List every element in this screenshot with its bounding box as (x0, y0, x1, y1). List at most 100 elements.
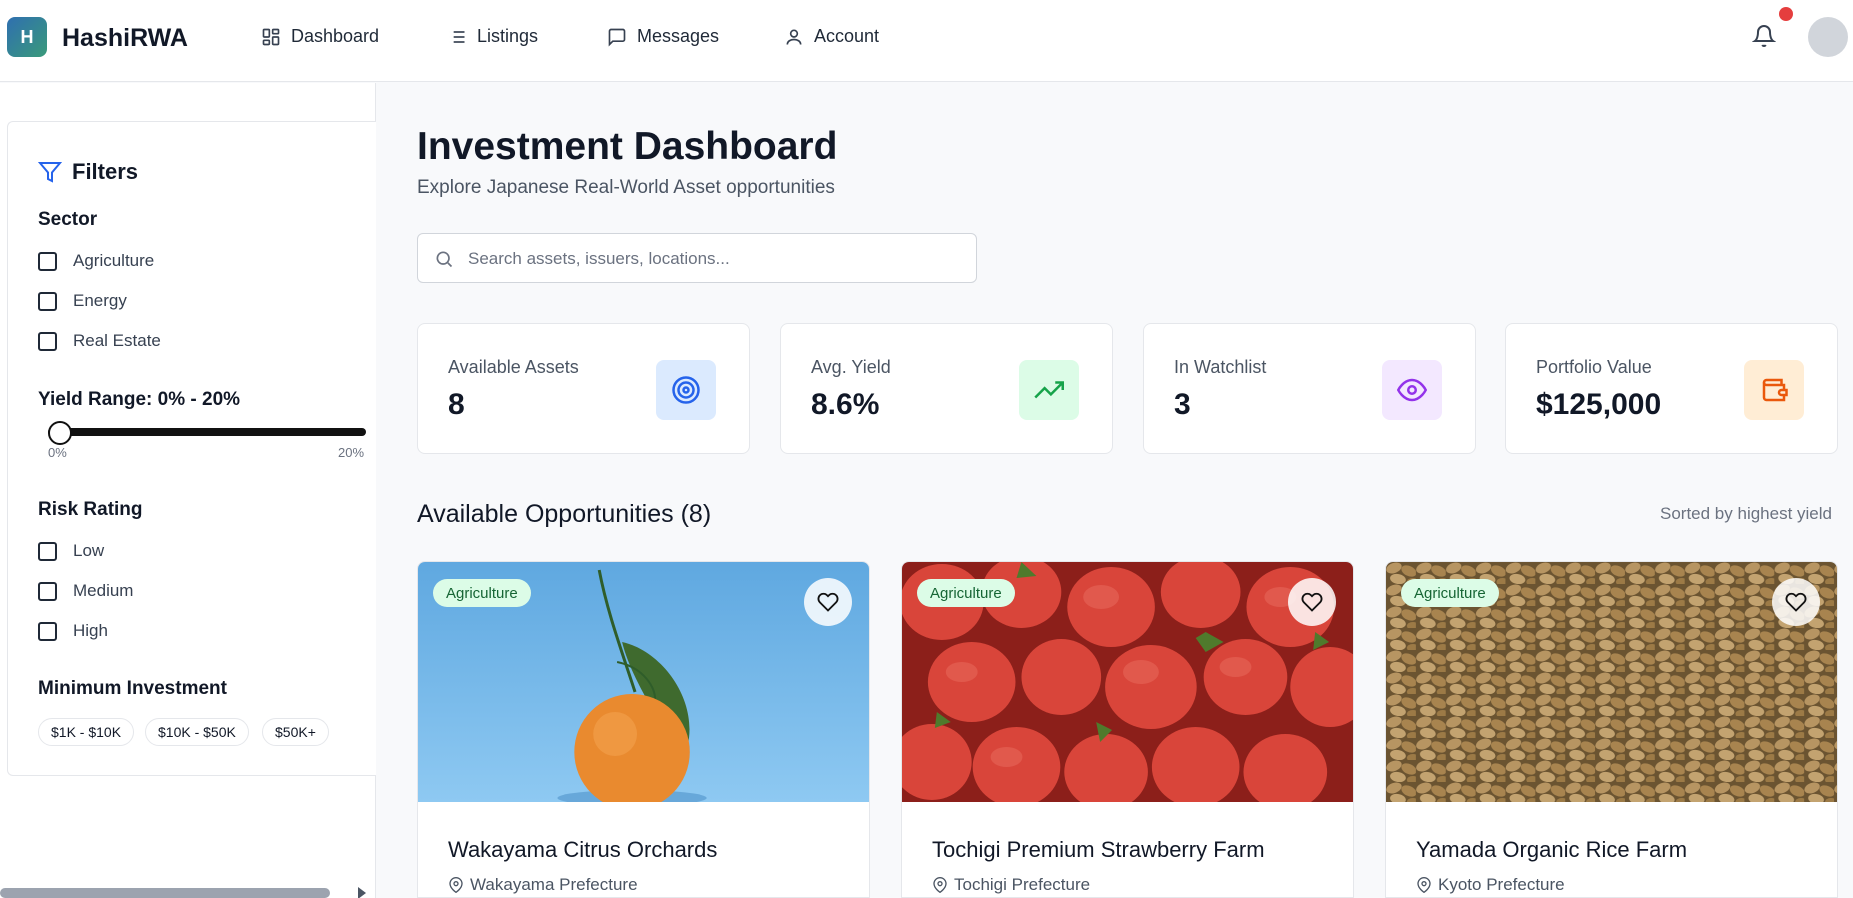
user-avatar[interactable] (1808, 17, 1848, 57)
message-square-icon (608, 28, 626, 47)
nav-listings[interactable]: Listings (447, 26, 538, 47)
filters-heading: Filters (38, 159, 138, 185)
risk-high-checkbox[interactable] (38, 621, 57, 641)
search-input[interactable] (468, 246, 958, 272)
listing-title[interactable]: Tochigi Premium Strawberry Farm (932, 837, 1265, 863)
sector-energy[interactable]: Energy (38, 291, 127, 311)
sector-real-estate-checkbox[interactable] (38, 331, 57, 351)
risk-medium[interactable]: Medium (38, 581, 133, 601)
nav-listings-label: Listings (477, 26, 539, 46)
search-icon (436, 251, 453, 268)
sector-option-label: Energy (73, 291, 127, 310)
sort-indicator: Sorted by highest yield (1660, 504, 1832, 523)
min-investment-chip-1k-10k[interactable]: $1K - $10K (38, 718, 135, 746)
nav-messages[interactable]: Messages (607, 26, 719, 47)
stat-card-avg-yield: Avg. Yield 8.6% (780, 323, 1113, 454)
risk-low-checkbox[interactable] (38, 541, 57, 561)
sector-badge: Agriculture (917, 579, 1015, 607)
listing-location: Wakayama Prefecture (448, 875, 638, 895)
risk-option-label: High (73, 621, 108, 640)
target-icon (672, 376, 700, 404)
yield-slider-thumb[interactable] (48, 421, 72, 445)
risk-medium-checkbox[interactable] (38, 581, 57, 601)
stat-card-watchlist: In Watchlist 3 (1143, 323, 1476, 454)
listing-title[interactable]: Wakayama Citrus Orchards (448, 837, 717, 863)
stat-value: 8.6% (811, 388, 880, 421)
listing-title[interactable]: Yamada Organic Rice Farm (1416, 837, 1687, 863)
map-pin-icon (933, 877, 947, 893)
map-pin-icon (1417, 877, 1431, 893)
stat-value: 8 (448, 388, 465, 421)
risk-option-label: Low (73, 541, 105, 560)
sector-real-estate[interactable]: Real Estate (38, 331, 161, 351)
favorite-button[interactable] (804, 578, 852, 626)
bell-icon[interactable] (1752, 24, 1776, 48)
stat-label: Avg. Yield (811, 357, 891, 377)
filter-funnel-icon (38, 162, 62, 183)
brand-logo[interactable]: H (7, 17, 47, 57)
sector-agriculture-checkbox[interactable] (38, 251, 57, 271)
sector-option-label: Agriculture (73, 251, 155, 270)
sector-label: Sector (38, 209, 98, 230)
stat-card-portfolio-value: Portfolio Value $125,000 (1505, 323, 1838, 454)
listing-location-text: Tochigi Prefecture (954, 875, 1091, 894)
stat-label: In Watchlist (1174, 357, 1267, 377)
listing-card[interactable]: Agriculture Tochigi Premium Strawberry F… (901, 561, 1354, 898)
search-box[interactable] (417, 233, 977, 283)
nav-messages-label: Messages (637, 26, 720, 46)
yield-range-label: Yield Range: 0% - 20% (38, 389, 241, 410)
stat-icon-container (1019, 360, 1079, 420)
stat-label: Portfolio Value (1536, 357, 1652, 377)
listing-location: Kyoto Prefecture (1416, 875, 1565, 895)
listing-location-text: Kyoto Prefecture (1438, 875, 1565, 894)
yield-slider-track[interactable] (48, 428, 366, 436)
list-icon (449, 30, 465, 43)
stat-label: Available Assets (448, 357, 579, 377)
opportunities-heading: Available Opportunities (8) (417, 500, 712, 528)
risk-low[interactable]: Low (38, 541, 104, 561)
stat-value: 3 (1174, 388, 1191, 421)
stat-value: $125,000 (1536, 388, 1662, 421)
brand-name[interactable]: HashiRWA (62, 24, 188, 53)
risk-option-label: Medium (73, 581, 134, 600)
eye-icon (1397, 378, 1427, 402)
min-investment-label: Minimum Investment (38, 678, 227, 699)
page-title: Investment Dashboard (417, 125, 838, 168)
heart-icon (1785, 592, 1807, 612)
top-navbar: H HashiRWA Dashboard Listings Messages A… (0, 0, 1853, 82)
stat-icon-container (656, 360, 716, 420)
trending-up-icon (1034, 381, 1064, 399)
yield-min-label: 0% (48, 445, 67, 460)
dashboard-grid-icon (262, 28, 280, 45)
notification-dot (1779, 7, 1793, 21)
listing-card[interactable]: Agriculture Wakayama Citrus Orchards Wak… (417, 561, 870, 898)
stat-card-available-assets: Available Assets 8 (417, 323, 750, 454)
listing-location: Tochigi Prefecture (932, 875, 1090, 895)
nav-account[interactable]: Account (784, 26, 879, 47)
horizontal-scrollbar[interactable] (0, 888, 330, 898)
listing-card[interactable]: Agriculture Yamada Organic Rice Farm Kyo… (1385, 561, 1838, 898)
sector-badge: Agriculture (1401, 579, 1499, 607)
sector-agriculture[interactable]: Agriculture (38, 251, 154, 271)
scroll-right-arrow-icon[interactable] (358, 887, 366, 898)
filters-title: Filters (72, 159, 139, 184)
wallet-icon (1762, 378, 1788, 402)
stat-icon-container (1744, 360, 1804, 420)
min-investment-chip-50k-plus[interactable]: $50K+ (262, 718, 329, 746)
yield-max-label: 20% (338, 445, 365, 460)
risk-high[interactable]: High (38, 621, 108, 641)
favorite-button[interactable] (1772, 578, 1820, 626)
nav-account-label: Account (814, 26, 880, 46)
nav-dashboard-label: Dashboard (291, 26, 380, 46)
heart-icon (1301, 592, 1323, 612)
sector-option-label: Real Estate (73, 331, 161, 350)
map-pin-icon (449, 877, 463, 893)
user-icon (786, 28, 802, 45)
sector-energy-checkbox[interactable] (38, 291, 57, 311)
listing-location-text: Wakayama Prefecture (470, 875, 638, 894)
nav-dashboard[interactable]: Dashboard (261, 26, 379, 47)
sector-badge: Agriculture (433, 579, 531, 607)
stat-icon-container (1382, 360, 1442, 420)
min-investment-chip-10k-50k[interactable]: $10K - $50K (145, 718, 249, 746)
favorite-button[interactable] (1288, 578, 1336, 626)
